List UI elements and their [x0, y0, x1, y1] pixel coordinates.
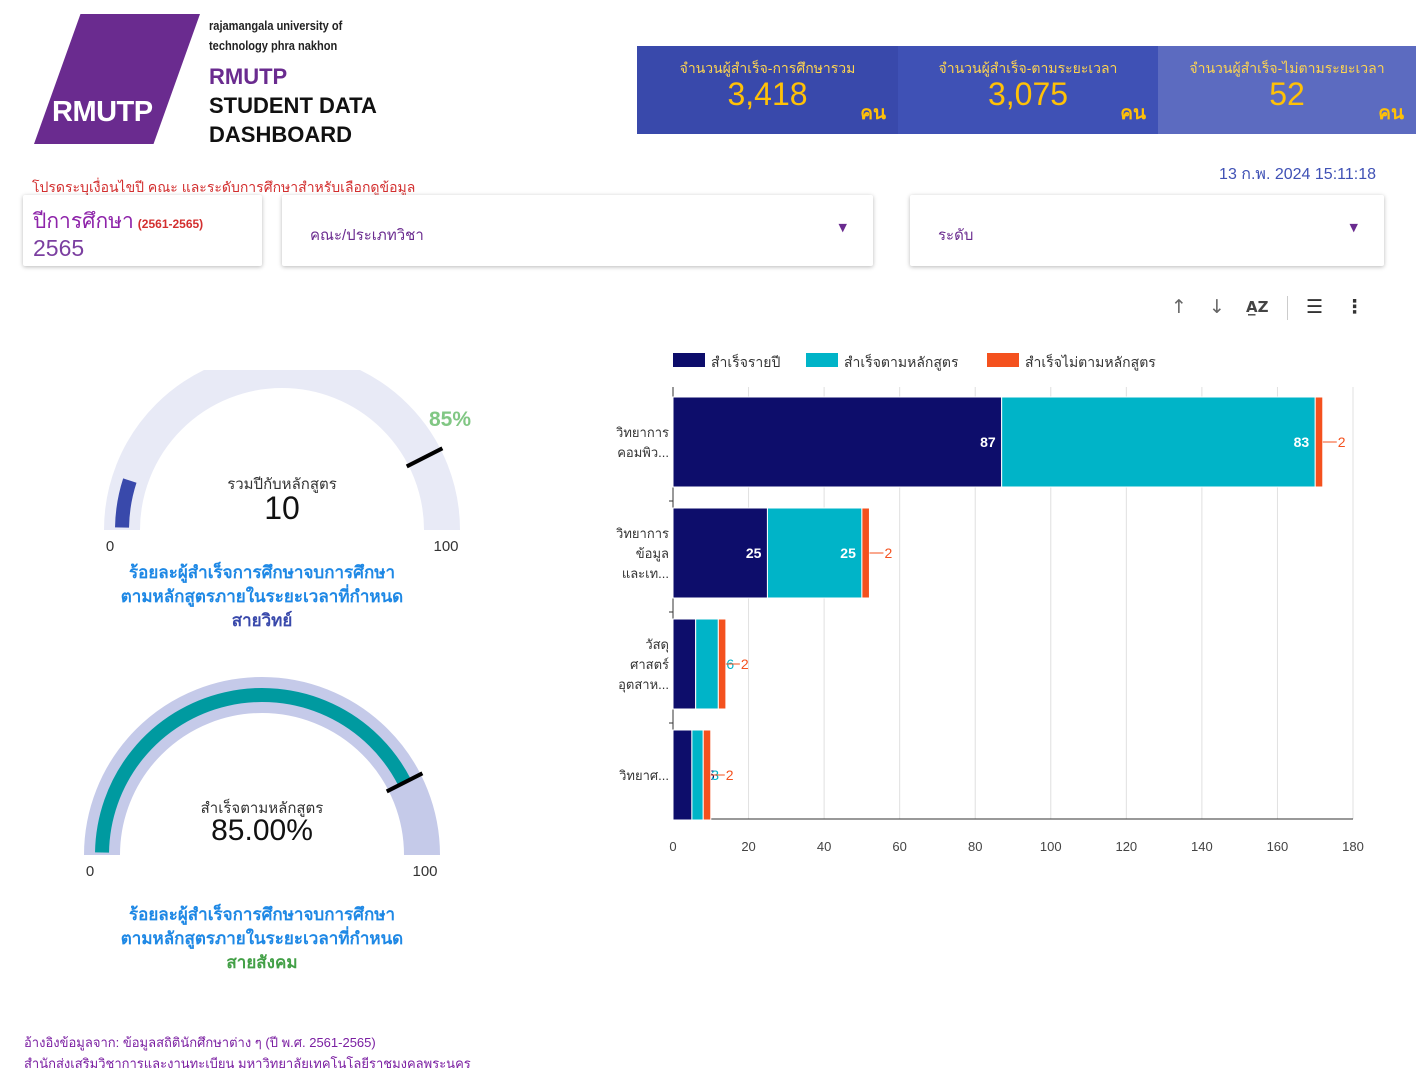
gauge-title: ร้อยละผู้สำเร็จการศึกษาจบการศึกษา ตามหลั…: [60, 561, 464, 633]
x-tick-label: 80: [968, 839, 982, 854]
legend-swatch-on-curriculum: [806, 353, 838, 367]
bar-segment: [717, 618, 727, 710]
category-label: วัสดุ: [645, 637, 669, 653]
bar-data-label: 25: [840, 545, 856, 561]
bar-segment: [1314, 396, 1324, 488]
gauge-title: ร้อยละผู้สำเร็จการศึกษาจบการศึกษา ตามหลั…: [60, 903, 464, 975]
graduates-bar-chart: 0 20 40 60 80 100 120 140 160 180วิทยาการคอมพิว..…: [615, 387, 1364, 854]
dashboard-title-line2: DASHBOARD: [209, 122, 352, 147]
x-tick-label: 120: [1115, 839, 1137, 854]
gauge-max: 100: [412, 863, 438, 880]
logo-text: RMUTP: [52, 96, 153, 128]
kpi-value: 3,075: [987, 76, 1069, 112]
caret-down-icon: ▼: [1349, 221, 1358, 234]
x-tick-label: 20: [741, 839, 755, 854]
sort-descending-icon[interactable]: ↓: [1209, 296, 1225, 318]
gauge-title-category: สายสังคม: [226, 953, 298, 972]
kpi-unit: คน: [860, 103, 886, 124]
bar-data-label: 2: [726, 767, 734, 783]
year-range: (2561-2565): [137, 217, 204, 231]
footer-office: สำนักส่งเสริมวิชาการและงานทะเบียน มหาวิท…: [24, 1056, 471, 1071]
category-label: และเท...: [622, 566, 669, 581]
legend-swatch-off-curriculum: [987, 353, 1019, 367]
x-tick-label: 180: [1342, 839, 1364, 854]
bar-data-label: 2: [741, 656, 749, 672]
kpi-unit: คน: [1120, 103, 1146, 124]
bar-segment: [672, 618, 697, 710]
footer-source: อ้างอิงข้อมูลจาก: ข้อมูลสถิตินักศึกษาต่า…: [24, 1035, 376, 1050]
gauge-min: 0: [105, 538, 115, 555]
x-tick-label: 0: [669, 839, 676, 854]
bar-data-label: 25: [746, 545, 762, 561]
kpi-value: 3,418: [727, 76, 808, 112]
category-label: วิทยาศ...: [618, 768, 669, 783]
brand-name: RMUTP: [209, 64, 288, 89]
gauge-title-category: สายวิทย์: [231, 611, 293, 630]
bar-segment: [861, 507, 870, 599]
gauge-max: 100: [433, 538, 459, 555]
legend-label-off-curriculum: สำเร็จไม่ตามหลักสูตร: [1025, 354, 1156, 370]
category-label: อุตสาห...: [618, 677, 669, 693]
kpi-value: 52: [1269, 76, 1305, 112]
faculty-dropdown[interactable]: คณะ/ประเภทวิชา ▼: [282, 195, 873, 266]
dashboard-title-line1: STUDENT DATA: [209, 93, 377, 118]
gauge-center-value: 10: [264, 490, 300, 526]
sort-ascending-icon[interactable]: ↑: [1171, 296, 1187, 318]
x-tick-label: 40: [817, 839, 831, 854]
kpi-late-graduates: จำนวนผู้สำเร็จ-ไม่ตามระยะเวลา 52 คน: [1158, 46, 1416, 134]
caret-down-icon: ▼: [838, 221, 847, 234]
last-updated-timestamp: 13 ก.พ. 2024 15:11:18: [1219, 166, 1376, 183]
year-filter[interactable]: ปีการศึกษา (2561-2565) 2565: [23, 195, 262, 266]
kpi-unit: คน: [1378, 103, 1404, 124]
bar-data-label: 87: [980, 434, 996, 450]
university-name-line1: rajamangala university of: [209, 18, 343, 33]
bar-segment: [672, 396, 1003, 488]
category-label: ศาสตร์: [630, 657, 669, 672]
toolbar-divider: [1287, 296, 1288, 320]
bar-data-label: 2: [884, 545, 892, 561]
sort-az-icon[interactable]: A̲Z: [1246, 298, 1269, 316]
gauge-target-label: 85%: [428, 408, 472, 431]
year-filter-title: ปีการศึกษา (2561-2565): [33, 210, 204, 233]
legend-label-on-curriculum: สำเร็จตามหลักสูตร: [844, 354, 959, 370]
bar-segment: [702, 729, 712, 821]
university-name-line2: technology phra nakhon: [209, 38, 338, 53]
bar-segment: [691, 729, 704, 821]
gauge-fill: [115, 478, 137, 528]
category-label: ข้อมูล: [636, 546, 669, 562]
bar-data-label: 2: [1338, 434, 1346, 450]
x-tick-label: 100: [1040, 839, 1062, 854]
faculty-dropdown-label: คณะ/ประเภทวิชา: [310, 227, 424, 244]
x-tick-label: 60: [892, 839, 906, 854]
bar-data-label: 83: [1294, 434, 1310, 450]
bar-segment: [1001, 396, 1316, 488]
filter-icon[interactable]: ☰: [1306, 296, 1323, 318]
x-tick-label: 140: [1191, 839, 1213, 854]
gauge-min: 0: [85, 863, 95, 880]
level-dropdown-label: ระดับ: [938, 227, 974, 244]
gauge-center-value: 85.00%: [211, 814, 313, 847]
kpi-total-graduates: จำนวนผู้สำเร็จ-การศึกษารวม 3,418 คน: [637, 46, 898, 134]
legend-swatch-annual: [673, 353, 705, 367]
level-dropdown[interactable]: ระดับ ▼: [910, 195, 1384, 266]
category-label: คอมพิว...: [617, 445, 669, 460]
bar-segment: [672, 729, 693, 821]
more-options-icon[interactable]: ⋮: [1345, 296, 1364, 318]
legend-label-annual: สำเร็จรายปี: [711, 354, 781, 370]
category-label: วิทยาการ: [615, 425, 669, 440]
x-tick-label: 160: [1267, 839, 1289, 854]
category-label: วิทยาการ: [615, 526, 669, 541]
year-value: 2565: [33, 235, 85, 261]
kpi-on-time-graduates: จำนวนผู้สำเร็จ-ตามระยะเวลา 3,075 คน: [898, 46, 1158, 134]
bar-segment: [695, 618, 719, 710]
